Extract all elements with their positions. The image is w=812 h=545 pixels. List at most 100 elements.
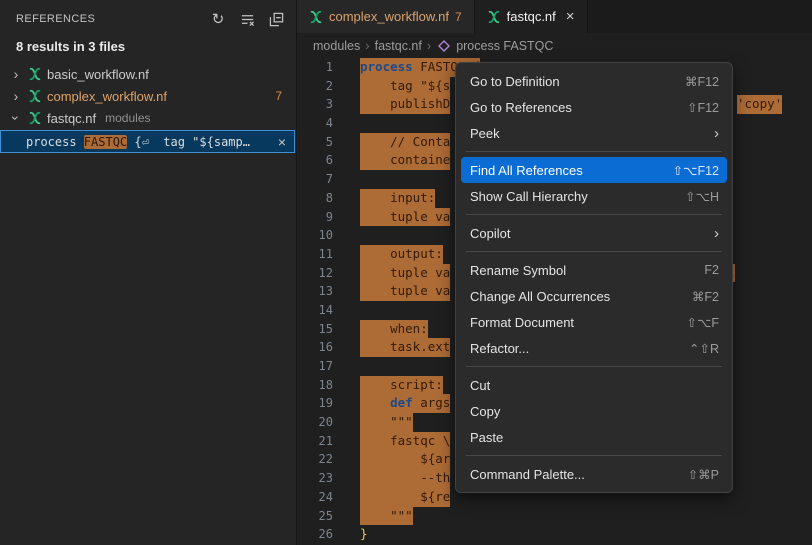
menu-item-copy[interactable]: Copy — [461, 398, 727, 424]
nextflow-icon — [487, 10, 501, 24]
code-line: 25 """ — [297, 507, 812, 526]
chevron-down-icon[interactable]: › — [9, 111, 23, 125]
breadcrumb-item-fastqc-nf[interactable]: fastqc.nf — [375, 39, 422, 53]
reference-highlight: // Conta — [360, 133, 450, 152]
menu-item-command-palette[interactable]: Command Palette... ⇧⌘P — [461, 461, 727, 487]
clear-all-icon[interactable] — [237, 9, 257, 29]
reference-highlight: when: — [360, 320, 428, 339]
line-number: 6 — [297, 151, 333, 170]
tab-complex-workflow[interactable]: complex_workflow.nf 7 — [297, 0, 475, 33]
submenu-arrow-icon: › — [714, 225, 719, 242]
reference-highlight: script: — [360, 376, 443, 395]
reference-highlight: tuple va — [360, 264, 450, 283]
breadcrumb-item-process-fastqc[interactable]: process FASTQC — [456, 39, 553, 53]
reference-highlight: --th — [360, 469, 450, 488]
menu-item-change-all-occurrences[interactable]: Change All Occurrences⌘F2 — [461, 283, 727, 309]
code-line-text: // Conta — [333, 133, 450, 152]
file-row-basic-workflow-nf[interactable]: › basic_workflow.nf — [0, 63, 296, 85]
code-line-text — [333, 357, 360, 376]
code-line-text — [333, 170, 360, 189]
code-line-text: task.ext — [333, 338, 450, 357]
menu-item-cut[interactable]: Cut — [461, 372, 727, 398]
reference-result-text: process FASTQC {⏎ tag "${samp… — [26, 135, 278, 149]
menu-item-label: Copy — [470, 404, 719, 419]
reference-highlight: """ — [360, 507, 413, 526]
close-icon[interactable]: × — [278, 134, 286, 150]
line-number: 22 — [297, 450, 333, 469]
editor-context-menu: Go to Definition⌘F12Go to References⇧F12… — [455, 62, 733, 493]
reference-result[interactable]: process FASTQC {⏎ tag "${samp…× — [0, 130, 295, 153]
code-text: } — [360, 526, 368, 541]
code-line-text: publishD — [333, 95, 450, 114]
menu-item-show-call-hierarchy[interactable]: Show Call Hierarchy⇧⌥H — [461, 183, 727, 209]
references-panel-header: REFERENCES ↻ — [0, 0, 296, 33]
menu-item-label: Command Palette... — [470, 467, 668, 482]
breadcrumb-item-modules[interactable]: modules — [313, 39, 360, 53]
code-line-text: def args — [333, 394, 450, 413]
menu-item-label: Refactor... — [470, 341, 669, 356]
menu-item-shortcut: ⌘F12 — [685, 74, 719, 89]
line-number: 10 — [297, 226, 333, 245]
refresh-icon[interactable]: ↻ — [208, 9, 228, 29]
menu-item-rename-symbol[interactable]: Rename SymbolF2 — [461, 257, 727, 283]
menu-item-paste[interactable]: Paste — [461, 424, 727, 450]
menu-separator — [466, 151, 722, 152]
code-line-text: """ — [333, 507, 413, 526]
code-line-text: containe — [333, 151, 450, 170]
code-line-text: script: — [333, 376, 443, 395]
menu-item-label: Copilot — [470, 226, 714, 241]
line-number: 13 — [297, 282, 333, 301]
line-number: 20 — [297, 413, 333, 432]
tab-fastqc[interactable]: fastqc.nf × — [475, 0, 588, 33]
menu-item-shortcut: F2 — [704, 263, 719, 277]
code-line-text: tag "${s — [333, 77, 450, 96]
panel-toolbar: ↻ — [208, 9, 286, 29]
code-line-text: fastqc \ — [333, 432, 450, 451]
menu-item-go-to-definition[interactable]: Go to Definition⌘F12 — [461, 68, 727, 94]
file-name: complex_workflow.nf — [47, 89, 167, 104]
line-number: 7 — [297, 170, 333, 189]
close-icon[interactable]: × — [566, 8, 575, 25]
breadcrumb-separator-icon: › — [427, 38, 431, 53]
collapse-all-icon[interactable] — [266, 9, 286, 29]
chevron-right-icon[interactable]: › — [9, 67, 23, 81]
reference-highlight: tag "${s — [360, 77, 450, 96]
line-number: 9 — [297, 208, 333, 227]
menu-item-shortcut: ⇧⌘P — [688, 467, 719, 482]
code-line-text: input: — [333, 189, 435, 208]
menu-item-refactor[interactable]: Refactor...⌃⇧R — [461, 335, 727, 361]
menu-item-find-all-references[interactable]: Find All References⇧⌥F12 — [461, 157, 727, 183]
line-number: 17 — [297, 357, 333, 376]
code-line-text: when: — [333, 320, 428, 339]
menu-item-peek[interactable]: Peek› — [461, 120, 727, 146]
file-description: modules — [105, 111, 150, 125]
chevron-right-icon[interactable]: › — [9, 89, 23, 103]
menu-item-go-to-references[interactable]: Go to References⇧F12 — [461, 94, 727, 120]
line-number: 16 — [297, 338, 333, 357]
tab-bar: complex_workflow.nf 7 fastqc.nf × — [297, 0, 812, 33]
file-name: basic_workflow.nf — [47, 67, 149, 82]
code-line-text: --th — [333, 469, 450, 488]
menu-item-copilot[interactable]: Copilot› — [461, 220, 727, 246]
code-line-text: tuple va — [333, 208, 450, 227]
menu-item-shortcut: ⇧⌥F — [686, 315, 719, 330]
menu-item-label: Format Document — [470, 315, 666, 330]
reference-highlight: def args — [360, 394, 450, 413]
line-number: 11 — [297, 245, 333, 264]
line-number: 23 — [297, 469, 333, 488]
menu-item-label: Go to References — [470, 100, 667, 115]
submenu-arrow-icon: › — [714, 125, 719, 142]
file-name: fastqc.nf — [47, 111, 96, 126]
menu-item-shortcut: ⇧⌥H — [685, 189, 719, 204]
file-row-complex-workflow-nf[interactable]: ›complex_workflow.nf7 — [0, 85, 296, 107]
reference-highlight: tuple va — [360, 208, 450, 227]
menu-item-label: Paste — [470, 430, 719, 445]
code-line-text: ${ar — [333, 450, 450, 469]
menu-item-format-document[interactable]: Format Document ⇧⌥F — [461, 309, 727, 335]
reference-highlight: task.ext — [360, 338, 450, 357]
code-line: 26} — [297, 525, 812, 544]
nextflow-icon — [28, 111, 42, 125]
line-number: 1 — [297, 58, 333, 77]
file-row-fastqc-nf[interactable]: › fastqc.nf modules — [0, 107, 296, 129]
match-highlight: FASTQC — [84, 135, 127, 149]
